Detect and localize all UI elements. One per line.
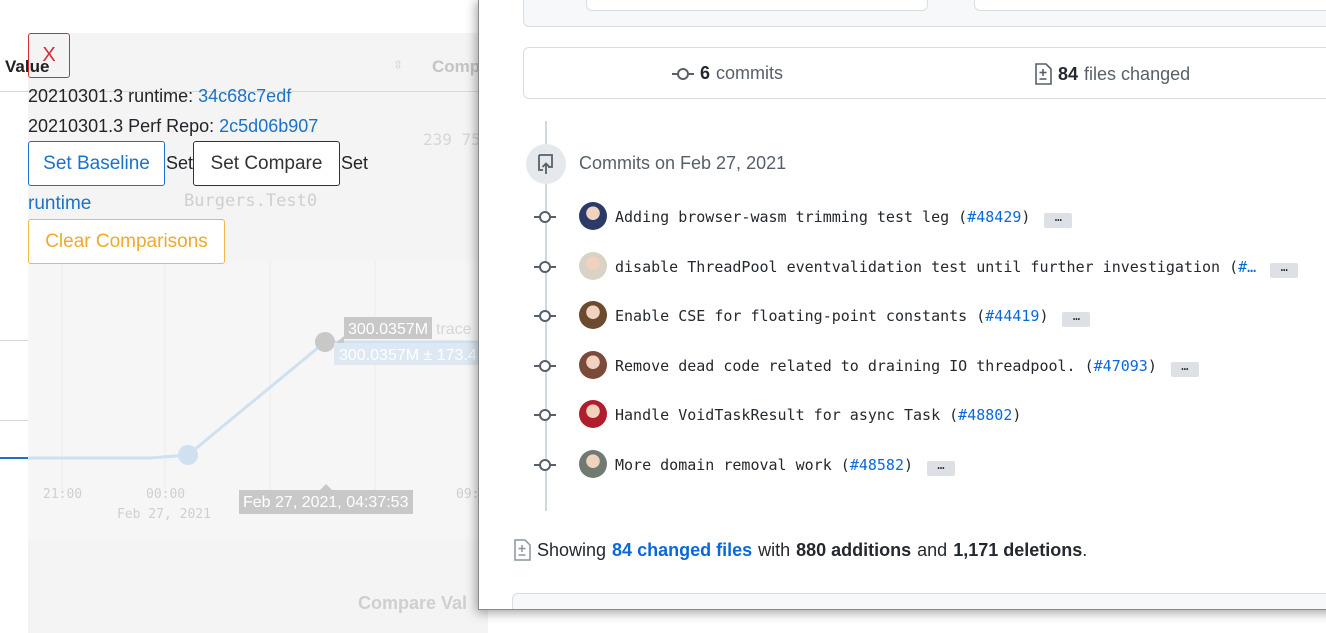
pull-request-link[interactable]: #44419 — [985, 307, 1039, 325]
github-compare-popup: 6 commits 84 files changed Commits on Fe… — [478, 0, 1326, 610]
set-baseline-button[interactable]: Set Baseline — [28, 141, 165, 186]
close-button[interactable]: X — [28, 33, 70, 78]
pull-request-link[interactable]: #48582 — [850, 456, 904, 474]
commit-message[interactable]: disable ThreadPool eventvalidation test … — [615, 258, 1299, 278]
author-avatar[interactable] — [579, 351, 607, 379]
series-point — [178, 445, 198, 465]
point-label: 300.0357M — [348, 321, 428, 338]
commit-row[interactable]: disable ThreadPool eventvalidation test … — [534, 252, 1326, 282]
commit-row[interactable]: Handle VoidTaskResult for async Task (#4… — [534, 400, 1326, 430]
deletions-group: 1,171 deletions. — [953, 540, 1087, 561]
commit-title[interactable]: More domain removal work ( — [615, 456, 850, 474]
expand-message-button[interactable]: … — [1062, 310, 1091, 327]
compare-summary: 6 commits 84 files changed — [523, 47, 1326, 99]
expand-message-button[interactable]: … — [1270, 261, 1299, 278]
pull-request-link[interactable]: #48429 — [967, 208, 1021, 226]
commit-row[interactable]: Remove dead code related to draining IO … — [534, 351, 1326, 381]
commit-node-icon — [534, 459, 556, 471]
author-avatar[interactable] — [579, 301, 607, 329]
set-compare-text: Set — [341, 153, 369, 173]
commit-title[interactable]: disable ThreadPool eventvalidation test … — [615, 258, 1238, 276]
and-text: and — [917, 539, 948, 560]
perf-repo-info-label: 20210301.3 Perf Repo: — [28, 116, 220, 136]
clear-comparisons-button[interactable]: Clear Comparisons — [28, 219, 225, 264]
runtime-info-label: 20210301.3 runtime: — [28, 86, 199, 106]
runtime-commit-link[interactable]: 34c68c7edf — [198, 86, 291, 106]
deletions-count: 1,171 deletions — [953, 539, 1083, 560]
commits-label: commits — [716, 63, 784, 83]
commit-title[interactable]: Handle VoidTaskResult for async Task ( — [615, 406, 958, 424]
commit-message[interactable]: Enable CSE for floating-point constants … — [615, 307, 1091, 327]
commit-node-icon — [534, 261, 556, 273]
pull-request-link[interactable]: #… — [1238, 258, 1256, 276]
commit-title-tail: ) — [1012, 406, 1022, 424]
commits-count: 6 — [700, 63, 711, 83]
changed-files-summary: Showing 84 changed files with 880 additi… — [513, 539, 1087, 561]
additions-count: 880 additions — [796, 539, 912, 560]
compare-value-footer: Compare Val — [358, 593, 468, 613]
commit-row[interactable]: Enable CSE for floating-point constants … — [534, 301, 1326, 331]
perf-repo-info: 20210301.3 Perf Repo: 2c5d06b907 — [28, 116, 318, 137]
base-ref-select[interactable] — [586, 0, 928, 11]
author-avatar[interactable] — [579, 400, 607, 428]
showing-text: Showing — [537, 539, 607, 560]
diff-file-header — [512, 593, 1326, 609]
commits-day-badge — [526, 144, 566, 184]
commit-message[interactable]: Adding browser-wasm trimming test leg (#… — [615, 208, 1073, 228]
author-avatar[interactable] — [579, 252, 607, 280]
file-diff-icon — [514, 539, 531, 561]
commit-node-icon — [534, 211, 556, 223]
author-avatar[interactable] — [579, 450, 607, 478]
expand-message-button[interactable]: … — [1170, 360, 1199, 377]
commit-message[interactable]: Handle VoidTaskResult for async Task (#4… — [615, 406, 1021, 424]
git-commit-push-icon — [538, 154, 553, 174]
point-trace-label: trace — [436, 321, 472, 338]
file-diff-icon — [1035, 63, 1052, 85]
commit-title[interactable]: Remove dead code related to draining IO … — [615, 357, 1094, 375]
files-label: files changed — [1084, 63, 1191, 84]
author-avatar[interactable] — [579, 202, 607, 230]
set-compare-button[interactable]: Set Compare — [193, 141, 340, 186]
expand-message-button[interactable]: … — [1044, 211, 1073, 228]
point-band-label: 300.0357M ± 173.4 — [339, 347, 477, 364]
set-baseline-text: Set — [166, 153, 194, 173]
highlighted-point — [315, 332, 335, 352]
perf-repo-commit-link[interactable]: 2c5d06b907 — [219, 116, 318, 136]
commit-title[interactable]: Adding browser-wasm trimming test leg ( — [615, 208, 967, 226]
changed-files-link[interactable]: 84 changed files — [612, 540, 752, 561]
footer-period: . — [1082, 539, 1088, 560]
commit-message[interactable]: Remove dead code related to draining IO … — [615, 357, 1199, 377]
runtime-info: 20210301.3 runtime: 34c68c7edf — [28, 86, 291, 107]
commits-day-title: Commits on Feb 27, 2021 — [579, 153, 787, 173]
commit-node-icon — [534, 310, 556, 322]
commit-message[interactable]: More domain removal work (#48582) … — [615, 456, 956, 476]
comparison-toolbar: X 20210301.3 runtime: 34c68c7edf 2021030… — [0, 0, 480, 290]
commit-title-tail: ) — [1039, 307, 1049, 325]
commit-icon — [672, 67, 694, 80]
commit-title-tail: ) — [904, 456, 914, 474]
compare-ref-select[interactable] — [974, 0, 1326, 11]
with-text: with — [758, 539, 791, 560]
x-tick-label: 00:00 — [146, 487, 185, 502]
pull-request-link[interactable]: #48802 — [958, 406, 1012, 424]
time-tooltip: Feb 27, 2021, 04:37:53 — [243, 494, 409, 511]
files-count: 84 — [1058, 63, 1079, 84]
runtime-link[interactable]: runtime — [28, 193, 91, 215]
x-tick-label: 09: — [456, 487, 479, 502]
x-date-label: Feb 27, 2021 — [117, 507, 211, 522]
commit-row[interactable]: More domain removal work (#48582) … — [534, 450, 1326, 480]
pull-request-link[interactable]: #47093 — [1094, 357, 1148, 375]
commit-node-icon — [534, 360, 556, 372]
files-changed-tab[interactable]: 84 files changed — [1034, 63, 1190, 85]
commit-title[interactable]: Enable CSE for floating-point constants … — [615, 307, 985, 325]
x-tick-label: 21:00 — [43, 487, 82, 502]
commits-tab[interactable]: 6 commits — [672, 63, 783, 84]
expand-message-button[interactable]: … — [927, 459, 956, 476]
commit-title-tail: ) — [1021, 208, 1031, 226]
commit-node-icon — [534, 409, 556, 421]
commit-row[interactable]: Adding browser-wasm trimming test leg (#… — [534, 202, 1326, 232]
commit-title-tail: ) — [1147, 357, 1157, 375]
